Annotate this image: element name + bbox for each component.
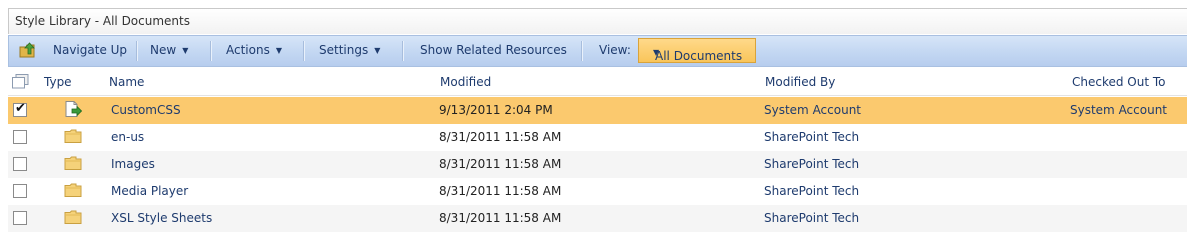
list-toolbar: Navigate Up New ▼ Actions ▼ Settings ▼ Show… xyxy=(8,35,1187,67)
folder-icon xyxy=(64,210,82,224)
row-modified: 8/31/2011 11:58 AM xyxy=(439,157,562,171)
column-header-row: Type Name Modified Modified By Checked O… xyxy=(8,68,1187,96)
column-header-modified-by[interactable]: Modified By xyxy=(765,75,835,89)
row-name-link[interactable]: Images xyxy=(111,157,155,171)
row-modified: 9/13/2011 2:04 PM xyxy=(439,103,553,117)
show-related-resources-button[interactable]: Show Related Resources xyxy=(420,43,567,57)
row-modified-by-link[interactable]: SharePoint Tech xyxy=(764,184,859,198)
settings-menu-label: Settings xyxy=(319,43,369,57)
row-checkbox[interactable] xyxy=(13,184,27,198)
column-header-name[interactable]: Name xyxy=(109,75,144,89)
chevron-down-icon: ▼ xyxy=(374,46,381,55)
row-checked-out-to-link[interactable]: System Account xyxy=(1070,103,1167,117)
actions-menu-button[interactable]: Actions ▼ xyxy=(226,43,282,57)
toolbar-separator xyxy=(136,41,138,61)
checkmark-icon: ✔ xyxy=(15,101,26,116)
row-checkbox[interactable]: ✔ xyxy=(13,101,27,117)
row-modified-by-link[interactable]: SharePoint Tech xyxy=(764,211,859,225)
toolbar-separator xyxy=(210,41,212,61)
row-modified: 8/31/2011 11:58 AM xyxy=(439,130,562,144)
chevron-down-icon: ▼ xyxy=(275,46,282,55)
row-modified: 8/31/2011 11:58 AM xyxy=(439,184,562,198)
toolbar-separator xyxy=(303,41,305,61)
new-menu-label: New xyxy=(150,43,177,57)
new-menu-button[interactable]: New ▼ xyxy=(150,43,188,57)
navigate-up-button[interactable]: Navigate Up xyxy=(53,43,127,57)
row-modified-by-link[interactable]: SharePoint Tech xyxy=(764,157,859,171)
toolbar-separator xyxy=(581,41,583,61)
table-row[interactable]: Media Player 8/31/2011 11:58 AM SharePoi… xyxy=(8,178,1187,205)
view-label: View: xyxy=(599,43,631,57)
row-name-link[interactable]: en-us xyxy=(111,130,144,144)
view-selector-value: All Documents xyxy=(655,49,743,63)
row-modified: 8/31/2011 11:58 AM xyxy=(439,211,562,225)
table-row[interactable]: XSL Style Sheets 8/31/2011 11:58 AM Shar… xyxy=(8,205,1187,232)
row-checkbox[interactable] xyxy=(13,130,27,144)
toolbar-separator xyxy=(402,41,404,61)
settings-menu-button[interactable]: Settings ▼ xyxy=(319,43,380,57)
list-title: Style Library - All Documents xyxy=(15,14,190,28)
column-header-checked-out-to[interactable]: Checked Out To xyxy=(1072,75,1166,89)
select-all-icon[interactable] xyxy=(12,74,30,89)
table-row[interactable]: Images 8/31/2011 11:58 AM SharePoint Tec… xyxy=(8,151,1187,178)
column-header-modified[interactable]: Modified xyxy=(440,75,491,89)
row-modified-by-link[interactable]: SharePoint Tech xyxy=(764,130,859,144)
actions-menu-label: Actions xyxy=(226,43,270,57)
row-name-link[interactable]: XSL Style Sheets xyxy=(111,211,212,225)
folder-icon xyxy=(64,156,82,170)
row-checkbox[interactable] xyxy=(13,157,27,171)
column-header-type[interactable]: Type xyxy=(44,75,72,89)
table-row[interactable]: ✔ CustomCSS 9/13/2011 2:04 PM System Acc… xyxy=(8,97,1187,124)
checked-out-document-icon xyxy=(65,101,82,117)
row-checkbox[interactable] xyxy=(13,211,27,225)
chevron-down-icon: ▼ xyxy=(182,46,189,55)
row-modified-by-link[interactable]: System Account xyxy=(764,103,861,117)
row-name-link[interactable]: CustomCSS xyxy=(111,103,181,117)
list-title-bar: Style Library - All Documents xyxy=(8,8,1187,34)
folder-icon xyxy=(64,129,82,143)
row-name-link[interactable]: Media Player xyxy=(111,184,188,198)
view-selector[interactable]: All Documents ▼ xyxy=(638,38,756,63)
navigate-up-icon[interactable] xyxy=(19,42,37,58)
table-row[interactable]: en-us 8/31/2011 11:58 AM SharePoint Tech xyxy=(8,124,1187,151)
folder-icon xyxy=(64,183,82,197)
